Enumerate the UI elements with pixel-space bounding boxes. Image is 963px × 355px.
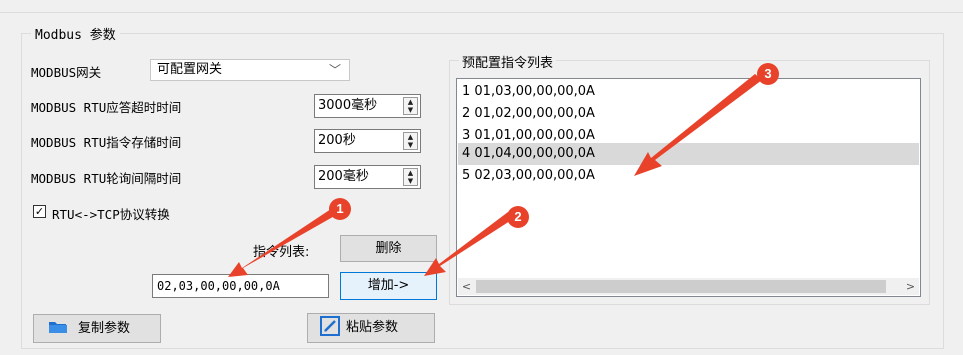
rtu-timeout-stepper[interactable]: 3000毫秒 ▲ ▼ xyxy=(314,94,421,118)
spin-buttons[interactable]: ▲ ▼ xyxy=(403,97,418,115)
group-title: Modbus 参数 xyxy=(31,24,120,43)
spin-up-icon[interactable]: ▲ xyxy=(408,133,413,141)
list-item-selected[interactable]: 4 01,04,00,00,00,0A xyxy=(458,143,919,165)
rtu-tcp-label: RTU<->TCP协议转换 xyxy=(52,207,170,222)
annotation-marker-2: 2 xyxy=(507,206,529,228)
paste-params-label: 粘贴参数 xyxy=(346,320,399,335)
rtu-timeout-value: 3000毫秒 xyxy=(318,98,378,113)
list-item[interactable]: 1 01,03,00,00,00,0A xyxy=(458,81,919,103)
copy-params-button[interactable]: 复制参数 xyxy=(33,314,161,343)
spin-down-icon[interactable]: ▼ xyxy=(408,141,413,149)
annotation-marker-1: 1 xyxy=(329,198,351,220)
paste-params-button[interactable]: 粘贴参数 xyxy=(307,313,435,343)
list-item[interactable]: 5 02,03,00,00,00,0A xyxy=(458,165,919,187)
gateway-select[interactable]: 可配置网关 ﹀ xyxy=(150,59,350,81)
horizontal-scrollbar[interactable]: < > xyxy=(458,278,919,295)
add-button[interactable]: 增加-> xyxy=(340,272,437,300)
spin-up-icon[interactable]: ▲ xyxy=(408,169,413,177)
spin-down-icon[interactable]: ▼ xyxy=(408,106,413,114)
cmd-list-label: 指令列表: xyxy=(253,245,310,260)
cmd-input[interactable]: 02,03,00,00,00,0A xyxy=(152,274,329,298)
gateway-label: MODBUS网关 xyxy=(31,65,102,80)
scroll-right-icon[interactable]: > xyxy=(902,278,919,295)
checkmark-icon: ✓ xyxy=(34,205,45,218)
paste-icon xyxy=(320,316,340,336)
rtu-timeout-label: MODBUS RTU应答超时时间 xyxy=(31,100,182,115)
preset-listbox[interactable]: 1 01,03,00,00,00,0A 2 01,02,00,00,00,0A … xyxy=(456,78,921,297)
rtu-poll-label: MODBUS RTU轮询间隔时间 xyxy=(31,171,182,186)
annotation-marker-3: 3 xyxy=(757,63,779,85)
scroll-thumb[interactable] xyxy=(476,280,886,293)
rtu-tcp-checkbox[interactable]: ✓ xyxy=(33,205,46,218)
list-item[interactable]: 2 01,02,00,00,00,0A xyxy=(458,103,919,125)
rtu-store-label: MODBUS RTU指令存储时间 xyxy=(31,135,182,150)
scroll-left-icon[interactable]: < xyxy=(458,278,475,295)
spin-buttons[interactable]: ▲ ▼ xyxy=(403,168,418,186)
window-top-edge xyxy=(0,0,963,13)
chevron-down-icon: ﹀ xyxy=(328,63,341,77)
spin-up-icon[interactable]: ▲ xyxy=(408,98,413,106)
copy-params-label: 复制参数 xyxy=(78,321,131,336)
delete-button[interactable]: 删除 xyxy=(340,235,437,262)
gateway-select-value: 可配置网关 xyxy=(157,62,223,77)
preset-list-title: 预配置指令列表 xyxy=(459,52,557,71)
folder-icon xyxy=(49,322,67,333)
rtu-store-value: 200秒 xyxy=(318,133,356,148)
spin-down-icon[interactable]: ▼ xyxy=(408,177,413,185)
rtu-poll-stepper[interactable]: 200毫秒 ▲ ▼ xyxy=(314,165,421,189)
rtu-poll-value: 200毫秒 xyxy=(318,169,369,184)
spin-buttons[interactable]: ▲ ▼ xyxy=(403,132,418,150)
rtu-store-stepper[interactable]: 200秒 ▲ ▼ xyxy=(314,129,421,153)
